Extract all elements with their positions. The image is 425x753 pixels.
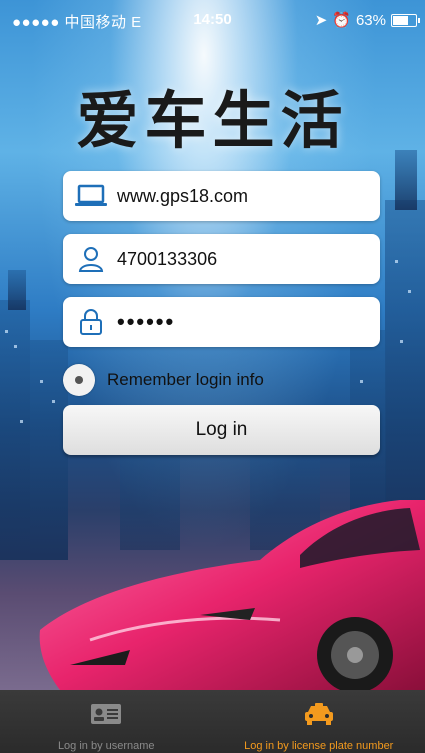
remember-login-toggle[interactable]: Remember login info <box>63 364 264 396</box>
bottom-tab-bar: Log in by username Log in by license pla… <box>0 690 425 753</box>
tab-login-by-username[interactable]: Log in by username <box>0 690 213 753</box>
battery-icon <box>391 13 420 27</box>
id-card-icon <box>89 702 123 726</box>
tab-label: Log in by username <box>57 740 155 752</box>
car-icon <box>302 702 336 726</box>
alarm-clock-icon: ⏰ <box>332 12 351 29</box>
sports-car-illustration <box>39 500 425 690</box>
server-field[interactable] <box>63 171 380 221</box>
password-field[interactable] <box>63 297 380 347</box>
username-input[interactable] <box>117 248 357 270</box>
username-field[interactable] <box>63 234 380 284</box>
app-logo: 爱车生活 <box>76 84 349 157</box>
remember-radio[interactable] <box>63 364 95 396</box>
server-input[interactable] <box>117 185 357 207</box>
lock-icon <box>73 306 109 338</box>
battery-percent: 63% <box>355 11 386 29</box>
status-right: ➤ ⏰ 63% <box>314 11 420 29</box>
laptop-icon <box>73 180 109 212</box>
user-icon <box>73 243 109 275</box>
login-button[interactable]: Log in <box>63 405 380 455</box>
location-arrow-icon: ➤ <box>314 12 328 29</box>
status-bar: ●●●●● 中国移动 E 14:50 ➤ ⏰ 63% <box>0 0 425 38</box>
password-input[interactable] <box>117 309 357 335</box>
tab-login-by-license-plate[interactable]: Log in by license plate number <box>213 690 425 753</box>
tab-label: Log in by license plate number <box>244 740 394 752</box>
remember-label: Remember login info <box>107 370 264 389</box>
